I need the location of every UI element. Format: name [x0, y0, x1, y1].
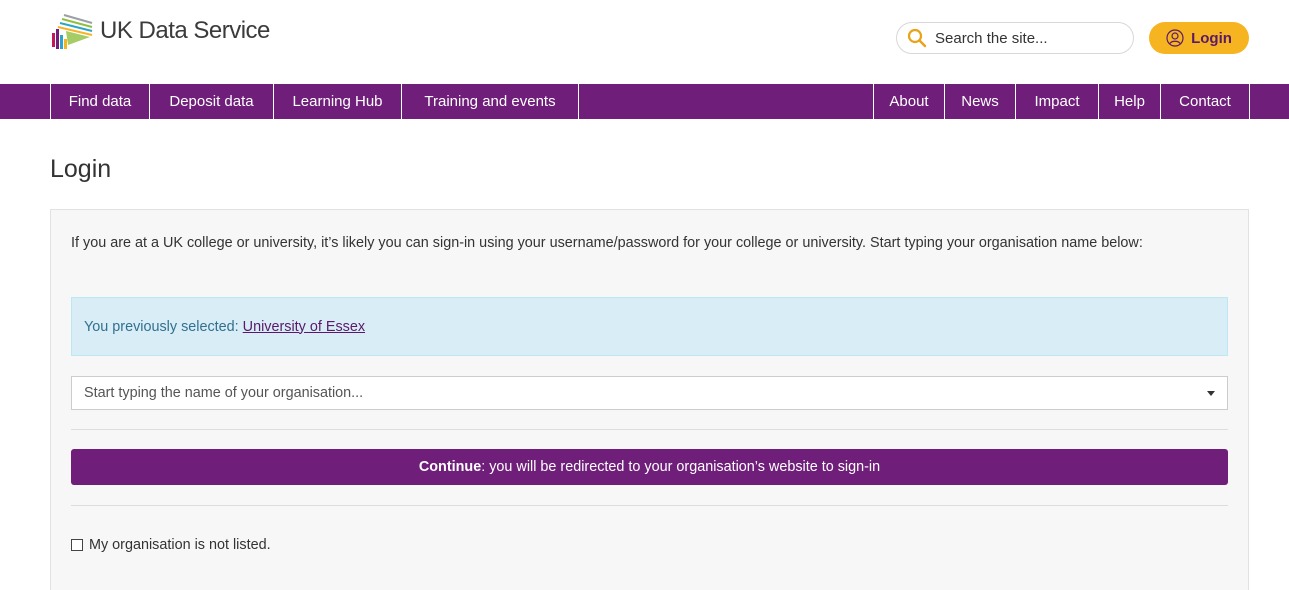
previous-selection-alert: You previously selected: University of E… [71, 297, 1228, 356]
nav-item-news[interactable]: News [944, 84, 1015, 119]
nav-divider [578, 84, 579, 119]
not-listed-option[interactable]: My organisation is not listed. [71, 537, 271, 553]
page-title: Login [50, 155, 112, 183]
logo-icon [52, 14, 93, 49]
main-nav: Find data Deposit data Learning Hub Trai… [0, 84, 1289, 119]
site-logo[interactable]: UK Data Service [50, 11, 270, 51]
previous-selection-label: You previously selected: [84, 318, 239, 335]
not-listed-label: My organisation is not listed. [89, 537, 271, 553]
nav-item-impact[interactable]: Impact [1015, 84, 1098, 119]
user-icon [1166, 29, 1184, 47]
search-input[interactable] [935, 29, 1105, 47]
logo-text: UK Data Service [100, 17, 270, 44]
login-button-label: Login [1191, 29, 1232, 47]
divider [71, 505, 1228, 506]
previous-org-link[interactable]: University of Essex [243, 319, 365, 335]
organisation-select[interactable]: Start typing the name of your organisati… [71, 376, 1228, 410]
nav-item-find-data[interactable]: Find data [50, 84, 149, 119]
nav-divider [1249, 84, 1250, 119]
site-header: UK Data Service Login [0, 0, 1289, 84]
nav-item-about[interactable]: About [873, 84, 944, 119]
organisation-select-placeholder: Start typing the name of your organisati… [84, 385, 364, 401]
intro-text: If you are at a UK college or university… [71, 235, 1143, 251]
continue-button[interactable]: Continue : you will be redirected to you… [71, 449, 1228, 485]
not-listed-checkbox[interactable] [71, 539, 83, 551]
divider [71, 429, 1228, 430]
nav-item-contact[interactable]: Contact [1160, 84, 1249, 119]
continue-button-bold: Continue [418, 459, 482, 475]
login-panel: If you are at a UK college or university… [50, 209, 1249, 590]
caret-down-icon[interactable] [1207, 391, 1215, 396]
nav-item-learning-hub[interactable]: Learning Hub [273, 84, 401, 119]
search-icon[interactable] [907, 28, 927, 48]
nav-item-deposit-data[interactable]: Deposit data [149, 84, 273, 119]
search-box[interactable] [896, 22, 1134, 54]
nav-item-training-events[interactable]: Training and events [401, 84, 578, 119]
login-button[interactable]: Login [1149, 22, 1249, 54]
continue-button-label: : you will be redirected to your organis… [481, 459, 881, 475]
nav-item-help[interactable]: Help [1098, 84, 1160, 119]
